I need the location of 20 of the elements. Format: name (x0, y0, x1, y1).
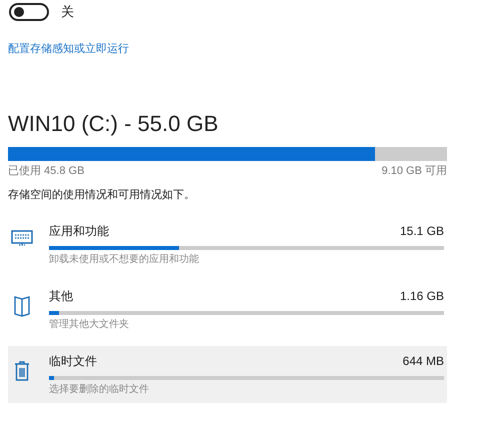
monitor-icon (11, 230, 33, 248)
category-size: 15.1 GB (400, 222, 444, 240)
toggle-switch[interactable] (9, 2, 49, 21)
storage-category[interactable]: 临时文件 644 MB 选择要删除的临时文件 (8, 346, 447, 402)
category-name: 应用和功能 (49, 222, 109, 240)
free-space: 9.10 GB 可用 (382, 164, 447, 178)
folder-icon (14, 294, 30, 316)
category-name: 临时文件 (49, 352, 97, 370)
category-size: 1.16 GB (400, 288, 444, 304)
drive-title: WIN10 (C:) - 55.0 GB (8, 110, 220, 138)
category-hint: 选择要删除的临时文件 (49, 382, 150, 396)
category-size: 644 MB (402, 352, 444, 370)
configure-link[interactable]: 配置存储感知或立即运行 (8, 42, 129, 54)
category-hint: 卸载未使用或不想要的应用和功能 (49, 252, 200, 266)
category-hint: 管理其他大文件夹 (49, 318, 130, 332)
description: 存储空间的使用情况和可用情况如下。 (8, 188, 196, 203)
toggle-label: 关 (61, 3, 74, 21)
used-space: 已使用 45.8 GB (8, 164, 84, 178)
trash-icon (14, 360, 30, 382)
category-name: 其他 (49, 288, 73, 304)
